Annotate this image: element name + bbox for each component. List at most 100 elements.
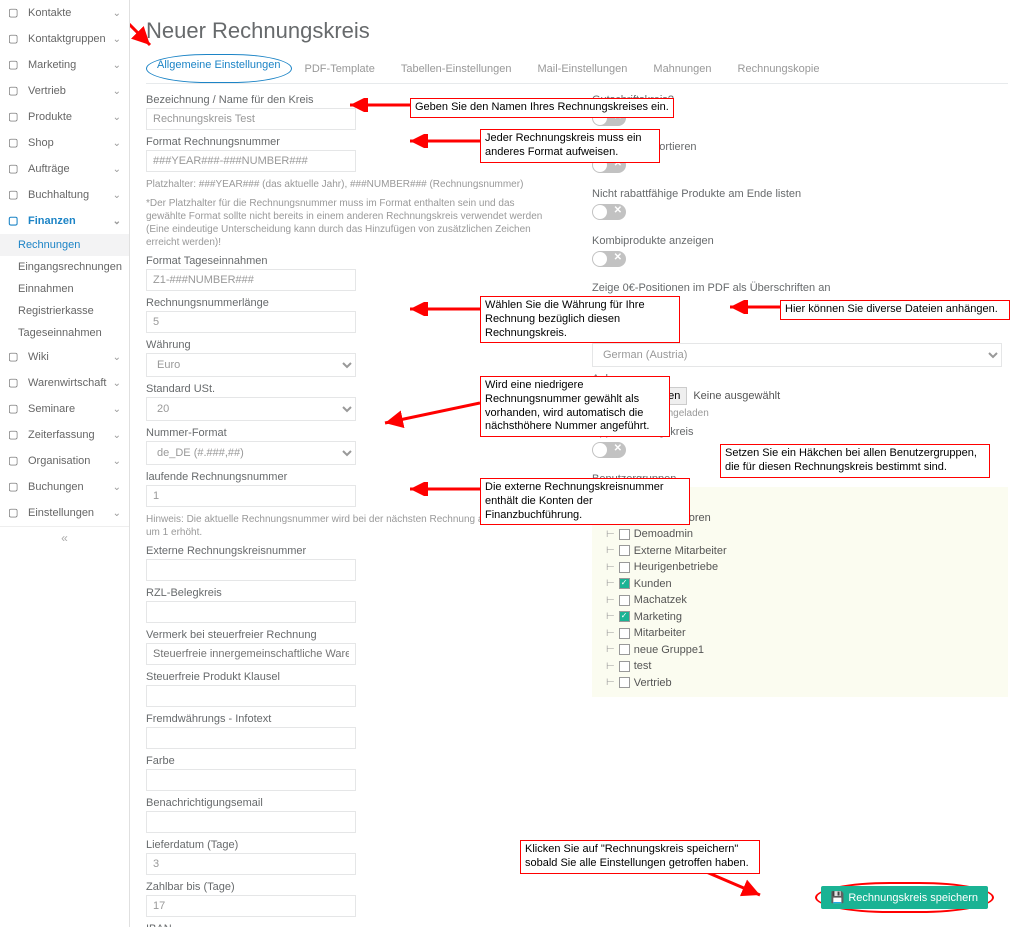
iban-label: IBAN bbox=[146, 923, 562, 927]
tab-mahnungen[interactable]: Mahnungen bbox=[640, 54, 724, 83]
arrow-icon bbox=[405, 302, 485, 316]
sidebar-item-kontakte[interactable]: ▢Kontakte⌄ bbox=[0, 0, 129, 26]
liefer-input[interactable] bbox=[146, 853, 356, 875]
checkbox[interactable] bbox=[619, 661, 630, 672]
grad-icon: ▢ bbox=[8, 402, 22, 416]
daily-input[interactable] bbox=[146, 269, 356, 291]
group-item[interactable]: ⊢test bbox=[598, 658, 1002, 675]
sidebar-item-seminare[interactable]: ▢Seminare⌄ bbox=[0, 396, 129, 422]
checkbox[interactable] bbox=[619, 595, 630, 606]
sidebar-collapse[interactable]: « bbox=[0, 526, 129, 549]
tree-connector-icon: ⊢ bbox=[606, 659, 615, 674]
chevron-down-icon: ⌄ bbox=[113, 164, 121, 175]
ext-label: Externe Rechnungskreisnummer bbox=[146, 545, 562, 557]
rabatt-toggle[interactable]: ✕ bbox=[592, 204, 626, 220]
farbe-input[interactable] bbox=[146, 769, 356, 791]
sidebar-sub-eingangsrechnungen[interactable]: Eingangsrechnungen bbox=[0, 256, 129, 278]
group-item[interactable]: ⊢Externe Mitarbeiter bbox=[598, 543, 1002, 560]
vermerk-label: Vermerk bei steuerfreier Rechnung bbox=[146, 629, 562, 641]
sidebar-item-label: Einstellungen bbox=[28, 507, 94, 519]
checkbox[interactable] bbox=[619, 628, 630, 639]
group-item[interactable]: ⊢Marketing bbox=[598, 609, 1002, 626]
sidebar-item-aufträge[interactable]: ▢Aufträge⌄ bbox=[0, 156, 129, 182]
tree-connector-icon: ⊢ bbox=[606, 626, 615, 641]
sidebar-sub-tageseinnahmen[interactable]: Tageseinnahmen bbox=[0, 322, 129, 344]
group-item[interactable]: ⊢Vertrieb bbox=[598, 675, 1002, 692]
rabatt-label: Nicht rabattfähige Produkte am Ende list… bbox=[592, 188, 1008, 200]
sidebar-item-marketing[interactable]: ▢Marketing⌄ bbox=[0, 52, 129, 78]
save-button[interactable]: 💾 Rechnungskreis speichern bbox=[821, 886, 988, 909]
group-label: Heurigenbetriebe bbox=[634, 559, 718, 576]
arrow-icon bbox=[380, 398, 480, 428]
sidebar-item-shop[interactable]: ▢Shop⌄ bbox=[0, 130, 129, 156]
sidebar-item-organisation[interactable]: ▢Organisation⌄ bbox=[0, 448, 129, 474]
group-item[interactable]: ⊢Heurigenbetriebe bbox=[598, 559, 1002, 576]
kombi-label: Kombiprodukte anzeigen bbox=[592, 235, 1008, 247]
group-item[interactable]: ⊢Demoadmin bbox=[598, 526, 1002, 543]
checkbox[interactable] bbox=[619, 578, 630, 589]
sidebar-item-produkte[interactable]: ▢Produkte⌄ bbox=[0, 104, 129, 130]
sidebar-sub-registrierkasse[interactable]: Registrierkasse bbox=[0, 300, 129, 322]
fx-input[interactable] bbox=[146, 727, 356, 749]
x-icon: ✕ bbox=[614, 443, 622, 454]
sidebar-item-label: Aufträge bbox=[28, 163, 70, 175]
lang-select[interactable]: German (Austria) bbox=[592, 343, 1002, 367]
group-item[interactable]: ⊢Machatzek bbox=[598, 592, 1002, 609]
rzl-input[interactable] bbox=[146, 601, 356, 623]
currency-select[interactable]: Euro bbox=[146, 353, 356, 377]
sidebar-item-label: Finanzen bbox=[28, 215, 76, 227]
sidebar-item-einstellungen[interactable]: ▢Einstellungen⌄ bbox=[0, 500, 129, 526]
liefer-label: Lieferdatum (Tage) bbox=[146, 839, 562, 851]
sidebar-item-kontaktgruppen[interactable]: ▢Kontaktgruppen⌄ bbox=[0, 26, 129, 52]
sidebar-sub-einnahmen[interactable]: Einnahmen bbox=[0, 278, 129, 300]
save-label: Rechnungskreis speichern bbox=[848, 892, 978, 904]
sidebar-item-warenwirtschaft[interactable]: ▢Warenwirtschaft⌄ bbox=[0, 370, 129, 396]
cal-icon: ▢ bbox=[8, 480, 22, 494]
tab-allgemeine[interactable]: Allgemeine Einstellungen bbox=[146, 54, 292, 83]
group-label: Kunden bbox=[634, 576, 672, 593]
mail-label: Benachrichtigungsemail bbox=[146, 797, 562, 809]
tab-pdf[interactable]: PDF-Template bbox=[292, 54, 388, 83]
checkbox[interactable] bbox=[619, 644, 630, 655]
klausel-input[interactable] bbox=[146, 685, 356, 707]
sidebar-item-finanzen[interactable]: ▢Finanzen⌄ bbox=[0, 208, 129, 234]
ust-select[interactable]: 20 bbox=[146, 397, 356, 421]
checkbox[interactable] bbox=[619, 677, 630, 688]
arrow-icon bbox=[130, 0, 160, 55]
annot-ext: Die externe Rechnungskreisnummer enthält… bbox=[480, 478, 690, 525]
tab-kopie[interactable]: Rechnungskopie bbox=[725, 54, 833, 83]
clock-icon: ▢ bbox=[8, 428, 22, 442]
group-item[interactable]: ⊢neue Gruppe1 bbox=[598, 642, 1002, 659]
sidebar-sub-rechnungen[interactable]: Rechnungen bbox=[0, 234, 129, 256]
sidebar-item-label: Buchungen bbox=[28, 481, 84, 493]
sidebar-item-vertrieb[interactable]: ▢Vertrieb⌄ bbox=[0, 78, 129, 104]
arrow-icon bbox=[405, 134, 485, 148]
x-icon: ✕ bbox=[614, 252, 622, 263]
name-input[interactable] bbox=[146, 108, 356, 130]
checkbox[interactable] bbox=[619, 529, 630, 540]
running-input[interactable] bbox=[146, 485, 356, 507]
len-input[interactable] bbox=[146, 311, 356, 333]
kombi-toggle[interactable]: ✕ bbox=[592, 251, 626, 267]
checkbox[interactable] bbox=[619, 562, 630, 573]
tab-mail[interactable]: Mail-Einstellungen bbox=[525, 54, 641, 83]
ext-input[interactable] bbox=[146, 559, 356, 581]
app-toggle[interactable]: ✕ bbox=[592, 442, 626, 458]
vermerk-input[interactable] bbox=[146, 643, 356, 665]
checkbox[interactable] bbox=[619, 545, 630, 556]
group-item[interactable]: ⊢Mitarbeiter bbox=[598, 625, 1002, 642]
sidebar-item-buchungen[interactable]: ▢Buchungen⌄ bbox=[0, 474, 129, 500]
group-item[interactable]: ⊢Kunden bbox=[598, 576, 1002, 593]
chevron-down-icon: ⌄ bbox=[113, 378, 121, 389]
tree-connector-icon: ⊢ bbox=[606, 609, 615, 624]
mail-input[interactable] bbox=[146, 811, 356, 833]
sidebar-item-zeiterfassung[interactable]: ▢Zeiterfassung⌄ bbox=[0, 422, 129, 448]
numfmt-select[interactable]: de_DE (#.###,##) bbox=[146, 441, 356, 465]
group-label: Vertrieb bbox=[634, 675, 672, 692]
checkbox[interactable] bbox=[619, 611, 630, 622]
sidebar-item-wiki[interactable]: ▢Wiki⌄ bbox=[0, 344, 129, 370]
zahlbar-input[interactable] bbox=[146, 895, 356, 917]
sidebar-item-buchhaltung[interactable]: ▢Buchhaltung⌄ bbox=[0, 182, 129, 208]
format-input[interactable] bbox=[146, 150, 356, 172]
tab-tabellen[interactable]: Tabellen-Einstellungen bbox=[388, 54, 525, 83]
